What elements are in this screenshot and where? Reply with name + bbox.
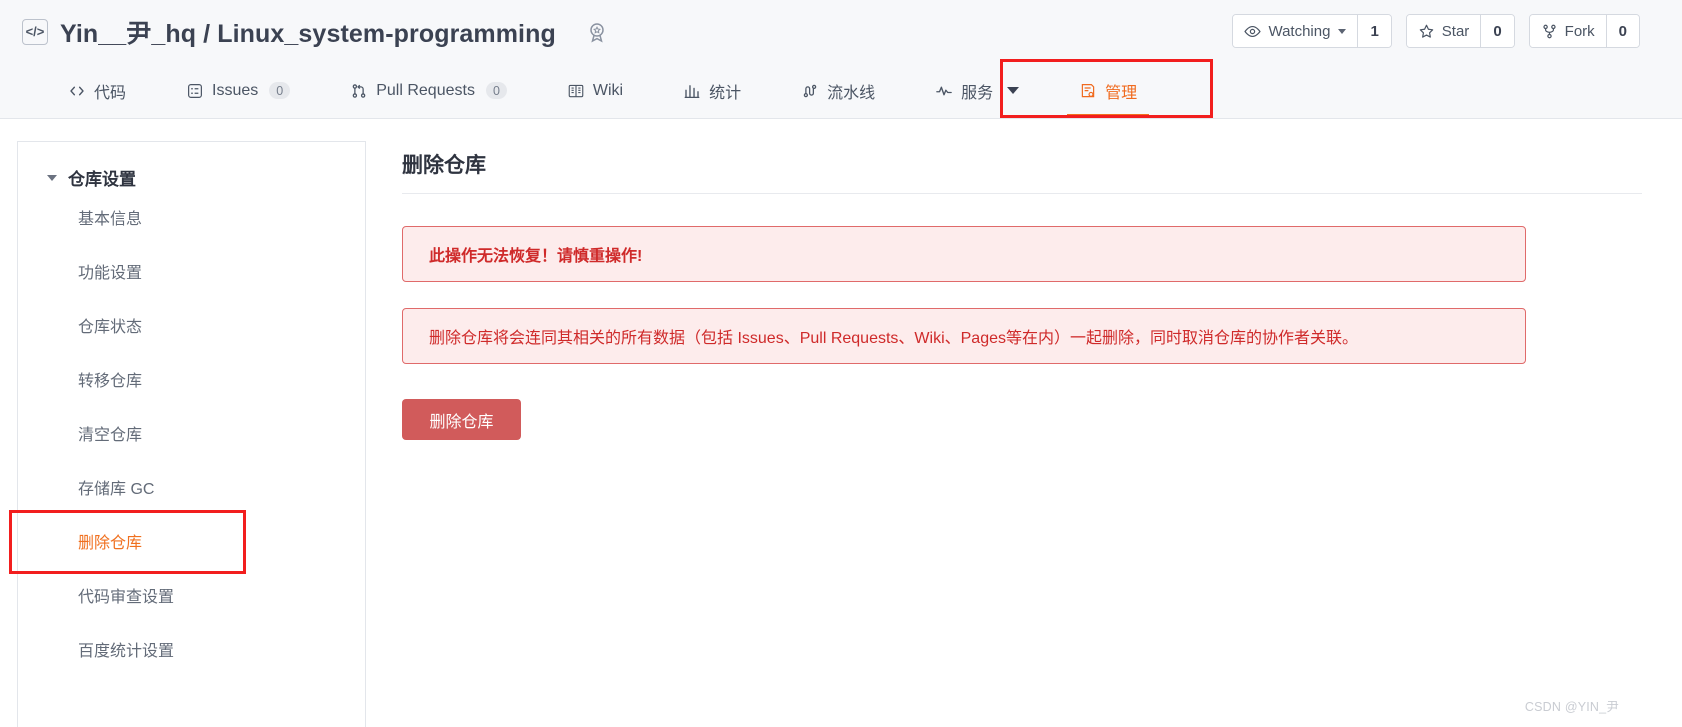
sidebar-item-basic-info[interactable]: 基本信息	[18, 190, 365, 244]
fork-button-group[interactable]: Fork 0	[1528, 14, 1640, 48]
alert-warning: 此操作无法恢复！请慎重操作!	[402, 226, 1526, 282]
sidebar-item-label: 清空仓库	[78, 427, 143, 444]
fork-count[interactable]: 0	[1605, 15, 1639, 47]
chevron-down-icon	[1338, 28, 1347, 34]
tab-wiki-label: Wiki	[592, 81, 624, 99]
code-icon	[68, 82, 86, 100]
star-button-group[interactable]: Star 0	[1405, 14, 1515, 48]
tab-pipeline-label: 流水线	[827, 84, 876, 102]
sidebar-item-label: 存储库 GC	[78, 481, 155, 498]
tab-pr-label: Pull Requests	[376, 81, 475, 99]
section-title: 删除仓库	[402, 154, 486, 177]
sidebar-item-repo-status[interactable]: 仓库状态	[18, 298, 365, 352]
tab-pr-count: 0	[485, 82, 507, 99]
sidebar-group-label: 仓库设置	[68, 170, 136, 189]
app-root: </> Yin__尹_hq / Linux_system-programming	[0, 0, 1682, 727]
section-divider	[402, 193, 1642, 194]
tab-issues-label: Issues	[212, 81, 259, 99]
tab-stats-label: 统计	[709, 84, 742, 102]
sidebar-item-storage-gc[interactable]: 存储库 GC	[18, 460, 365, 514]
watch-button[interactable]: Watching	[1233, 15, 1358, 47]
page-title: Yin__尹_hq / Linux_system-programming	[60, 14, 556, 50]
star-button[interactable]: Star	[1406, 15, 1481, 47]
watermark: CSDN @YIN_尹	[1524, 700, 1619, 714]
eye-icon	[1244, 23, 1262, 40]
fork-icon	[1541, 23, 1558, 40]
tab-pipeline[interactable]: 流水线	[771, 63, 905, 118]
alert-info-text: 删除仓库将会连同其相关的所有数据（包括 Issues、Pull Requests…	[429, 330, 1358, 347]
sidebar-item-transfer-repo[interactable]: 转移仓库	[18, 352, 365, 406]
award-badge-icon	[584, 19, 610, 45]
star-count[interactable]: 0	[1480, 15, 1514, 47]
chevron-down-icon	[1007, 87, 1020, 94]
repo-owner[interactable]: Yin__尹_hq	[60, 20, 196, 48]
pipeline-icon	[801, 82, 819, 100]
watch-count[interactable]: 1	[1357, 15, 1391, 47]
tab-issues[interactable]: Issues 0	[156, 63, 320, 118]
service-icon	[935, 82, 953, 100]
code-brackets-icon: </>	[22, 18, 48, 45]
sidebar-item-label: 转移仓库	[78, 373, 143, 390]
sidebar-item-code-review-settings[interactable]: 代码审查设置	[18, 568, 365, 622]
tab-code-label: 代码	[94, 84, 127, 102]
repo-name[interactable]: Linux_system-programming	[217, 20, 556, 48]
caret-down-icon	[47, 174, 57, 181]
tab-service[interactable]: 服务	[905, 63, 1049, 118]
sidebar-item-label: 仓库状态	[78, 319, 143, 336]
wiki-icon	[567, 82, 585, 100]
star-icon	[1418, 23, 1435, 40]
tab-code[interactable]: 代码	[38, 63, 156, 118]
main-content: 删除仓库 此操作无法恢复！请慎重操作! 删除仓库将会连同其相关的所有数据（包括 …	[402, 141, 1642, 440]
sidebar-item-label: 功能设置	[78, 265, 143, 282]
manage-icon	[1079, 82, 1097, 100]
fork-button[interactable]: Fork	[1529, 15, 1606, 47]
tab-manage[interactable]: 管理	[1049, 63, 1167, 118]
tab-pull-requests[interactable]: Pull Requests 0	[320, 63, 537, 118]
breadcrumb-separator: /	[203, 19, 211, 48]
tab-wiki[interactable]: Wiki	[537, 63, 653, 118]
watch-button-group[interactable]: Watching 1	[1232, 14, 1392, 48]
tab-manage-label: 管理	[1105, 84, 1138, 102]
alert-info: 删除仓库将会连同其相关的所有数据（包括 Issues、Pull Requests…	[402, 308, 1526, 364]
sidebar-item-label: 删除仓库	[78, 535, 143, 552]
issues-icon	[186, 82, 204, 100]
star-label: Star	[1441, 22, 1470, 40]
pr-icon	[350, 82, 368, 100]
repo-header: </> Yin__尹_hq / Linux_system-programming	[0, 0, 1682, 63]
sidebar-item-clear-repo[interactable]: 清空仓库	[18, 406, 365, 460]
tab-stats[interactable]: 统计	[653, 63, 771, 118]
repo-action-buttons: Watching 1 Star 0 Fork 0	[1232, 14, 1640, 48]
repo-nav-tabs: 代码 Issues 0 Pull Requests 0 Wiki 统计 流水线 …	[0, 63, 1682, 119]
sidebar-item-label: 百度统计设置	[78, 643, 175, 660]
sidebar-item-delete-repo[interactable]: 删除仓库	[18, 514, 365, 568]
sidebar-item-feature-settings[interactable]: 功能设置	[18, 244, 365, 298]
sidebar-item-baidu-stats-settings[interactable]: 百度统计设置	[18, 622, 365, 676]
tab-service-label: 服务	[961, 84, 994, 102]
alert-warning-text: 此操作无法恢复！请慎重操作!	[429, 248, 643, 265]
settings-sidebar: 仓库设置 基本信息 功能设置 仓库状态 转移仓库 清空仓库 存储库 GC 删除仓…	[17, 141, 366, 727]
sidebar-item-label: 代码审查设置	[78, 589, 175, 606]
delete-repo-button[interactable]: 删除仓库	[402, 399, 521, 440]
fork-label: Fork	[1564, 22, 1595, 40]
sidebar-group-repo-settings[interactable]: 仓库设置	[18, 142, 365, 190]
tab-issues-count: 0	[269, 82, 291, 99]
watch-label: Watching	[1268, 22, 1331, 40]
repo-breadcrumb: </> Yin__尹_hq / Linux_system-programming	[22, 14, 610, 50]
sidebar-item-label: 基本信息	[78, 211, 143, 228]
stats-icon	[683, 82, 701, 100]
